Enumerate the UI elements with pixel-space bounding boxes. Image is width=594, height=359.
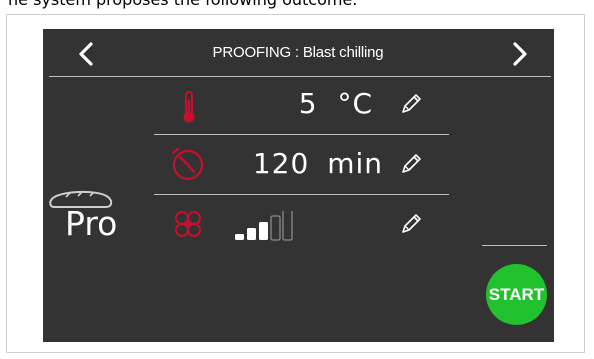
chevron-right-icon <box>513 42 527 66</box>
previous-button[interactable] <box>72 39 102 69</box>
temperature-readout: 5 °C <box>243 87 373 120</box>
edit-temperature-button[interactable] <box>398 91 424 117</box>
timer-icon <box>171 147 204 181</box>
fan-level-bar <box>282 211 293 241</box>
time-unit: min <box>327 147 383 180</box>
control-panel-screen: PROOFING : Blast chilling 5 °C 120 min P… <box>43 29 554 342</box>
fan-speed-indicator <box>235 211 293 241</box>
pencil-icon <box>402 94 421 113</box>
time-value: 120 <box>252 147 310 180</box>
caption-text: he system proposes the following outcome… <box>0 0 594 9</box>
header-divider <box>49 76 551 77</box>
temperature-value: 5 <box>298 87 318 120</box>
fan-level-bar <box>270 215 281 241</box>
edit-time-button[interactable] <box>398 151 424 177</box>
row-divider <box>154 134 449 135</box>
next-button[interactable] <box>504 39 534 69</box>
chevron-left-icon <box>79 42 93 66</box>
fan-icon <box>175 211 201 237</box>
temperature-unit: °C <box>337 87 373 120</box>
fan-level-bar <box>235 234 244 240</box>
start-divider <box>482 245 547 246</box>
start-button[interactable]: START <box>486 264 547 325</box>
edit-fan-button[interactable] <box>398 211 424 237</box>
row-divider <box>154 194 449 195</box>
fan-level-bar <box>247 228 256 240</box>
pencil-icon <box>402 214 421 233</box>
pencil-icon <box>402 154 421 173</box>
fan-level-bar <box>259 222 268 240</box>
time-readout: 120 min <box>243 147 383 180</box>
program-label: Pro <box>65 204 118 243</box>
thermometer-icon <box>183 91 195 123</box>
page-title: PROOFING : Blast chilling <box>212 44 384 61</box>
